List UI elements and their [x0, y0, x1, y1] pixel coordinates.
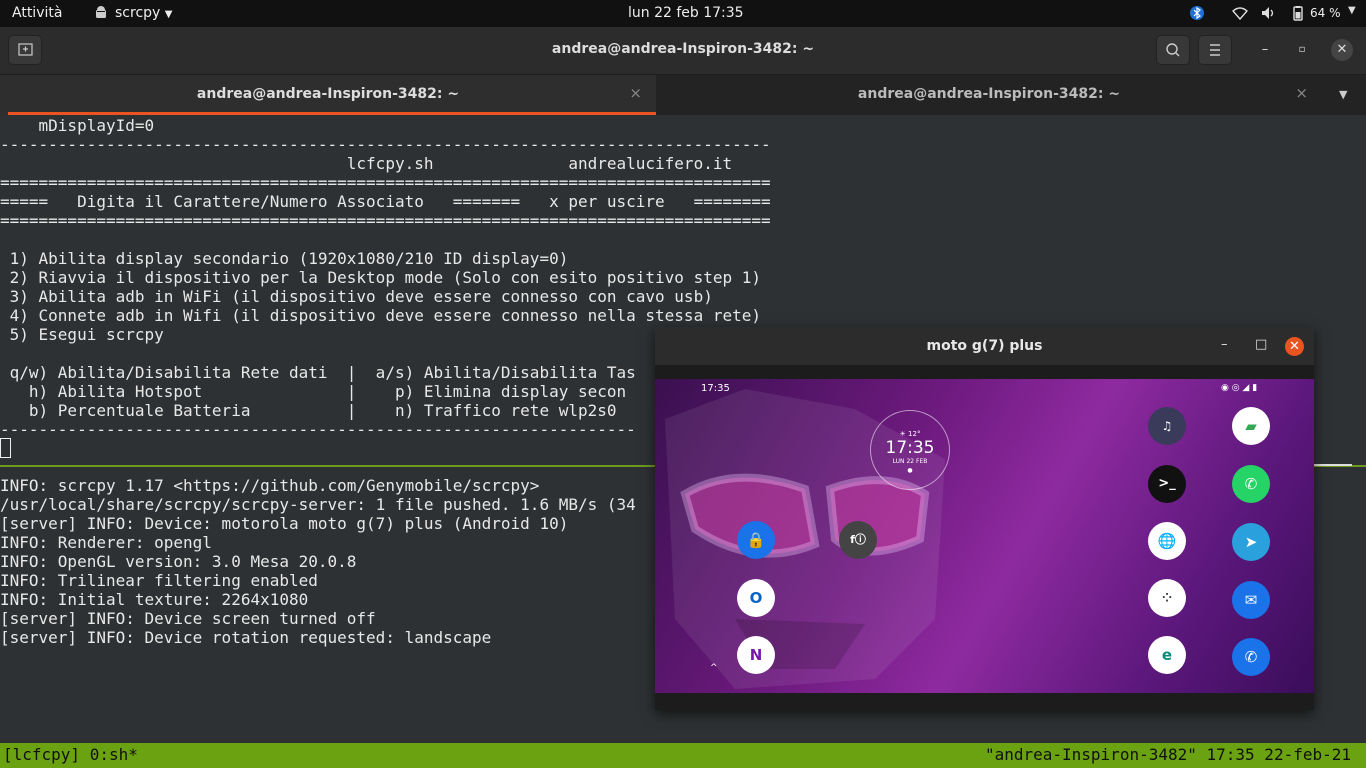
- terminal-line: mDisplayId=0: [0, 116, 155, 135]
- tab-bar: andrea@andrea-Inspiron-3482: ~ × andrea@…: [0, 75, 1366, 115]
- menu-button[interactable]: [1198, 35, 1232, 65]
- terminal-line: ----------------------------------------…: [0, 135, 771, 154]
- terminal-line: INFO: Initial texture: 2264x1080: [0, 590, 309, 609]
- terminal-line: INFO: Trilinear filtering enabled: [0, 571, 318, 590]
- terminal-line: 3) Abilita adb in WiFi (il dispositivo d…: [0, 287, 713, 306]
- pane-border-mark: [1314, 464, 1352, 466]
- tab-label: andrea@andrea-Inspiron-3482: ~: [857, 86, 1121, 102]
- tab-list-dropdown-icon[interactable]: ▼: [1339, 88, 1347, 101]
- terminal-line: INFO: Renderer: opengl: [0, 533, 212, 552]
- scrcpy-title: moto g(7) plus: [926, 338, 1043, 354]
- app-whatsapp-icon[interactable]: ✆: [1232, 465, 1270, 503]
- terminal-line: 1) Abilita display secondario (1920x1080…: [0, 249, 569, 268]
- terminal-line: b) Percentuale Batteria | n) Traffico re…: [0, 401, 617, 420]
- top-bar: Attività scrcpy ▼ lun 22 feb 17:35 64 % …: [0, 0, 1366, 27]
- battery-icon[interactable]: [1290, 5, 1306, 21]
- scrcpy-minimize-button[interactable]: –: [1221, 337, 1228, 352]
- text-cursor: [0, 438, 11, 458]
- terminal-line: [server] INFO: Device: motorola moto g(7…: [0, 514, 569, 533]
- close-button[interactable]: ✕: [1331, 39, 1353, 61]
- search-icon: [1166, 43, 1180, 57]
- app-files-icon[interactable]: ▰: [1232, 407, 1270, 445]
- tab-close-icon[interactable]: ×: [1295, 84, 1308, 102]
- app-edge-icon[interactable]: e: [1148, 636, 1186, 674]
- volume-icon[interactable]: [1260, 5, 1276, 21]
- app-phone-icon[interactable]: ✆: [1232, 638, 1270, 676]
- app-messages-icon[interactable]: ✉: [1232, 581, 1270, 619]
- tab-2[interactable]: andrea@andrea-Inspiron-3482: ~ ×: [656, 75, 1322, 115]
- terminal-line: ========================================…: [0, 173, 771, 192]
- app-menu[interactable]: scrcpy ▼: [115, 5, 172, 21]
- hamburger-icon: [1210, 44, 1220, 56]
- terminal-line: [server] INFO: Device rotation requested…: [0, 628, 492, 647]
- clock-dot-icon: ●: [907, 467, 913, 474]
- activities-button[interactable]: Attività: [12, 5, 62, 21]
- app-terminal-icon[interactable]: >_: [1148, 465, 1186, 503]
- terminal-line: ========================================…: [0, 211, 771, 230]
- app-outlook-icon[interactable]: O: [737, 579, 775, 617]
- terminal-line: ===== Digita il Carattere/Numero Associa…: [0, 192, 771, 211]
- terminal-line: 5) Esegui scrcpy: [0, 325, 164, 344]
- terminal-line: 4) Connete adb in Wifi (il dispositivo d…: [0, 306, 761, 325]
- battery-percent: 64 %: [1310, 6, 1341, 20]
- phone-screen[interactable]: 17:35 ◉ ◎ ◢ ▮ ☀ 12° 17:35 LUN 22 FEB ● 🔒…: [655, 379, 1314, 693]
- app-folder-social-icon[interactable]: fⓘ: [839, 521, 877, 559]
- phone-status-icons: ◉ ◎ ◢ ▮: [1221, 383, 1258, 393]
- app-telegram-icon[interactable]: ➤: [1232, 523, 1270, 561]
- tab-close-icon[interactable]: ×: [629, 84, 642, 102]
- tab-1[interactable]: andrea@andrea-Inspiron-3482: ~ ×: [0, 75, 656, 115]
- app-folder-media-icon[interactable]: ♫: [1148, 407, 1186, 445]
- minimize-button[interactable]: –: [1254, 39, 1276, 61]
- scrcpy-maximize-button[interactable]: □: [1255, 337, 1267, 352]
- terminal-line: q/w) Abilita/Disabilita Rete dati | a/s)…: [0, 363, 636, 382]
- clock-weather: ☀ 12°: [899, 430, 921, 438]
- app-folder-tools-icon[interactable]: ⁘: [1148, 579, 1186, 617]
- terminal-line: /usr/local/share/scrcpy/scrcpy-server: 1…: [0, 495, 636, 514]
- terminal-titlebar: andrea@andrea-Inspiron-3482: ~ – ▫ ✕: [0, 27, 1366, 75]
- terminal-line: 2) Riavvia il dispositivo per la Desktop…: [0, 268, 761, 287]
- terminal-line: [server] INFO: Device screen turned off: [0, 609, 376, 628]
- terminal-line: lcfcpy.sh andrealucifero.it: [0, 154, 733, 173]
- app-browser-globe-icon[interactable]: 🌐: [1148, 522, 1186, 560]
- android-icon: [96, 6, 106, 18]
- phone-status-time: 17:35: [701, 383, 730, 394]
- scrcpy-close-button[interactable]: ✕: [1285, 337, 1304, 356]
- tab-label: andrea@andrea-Inspiron-3482: ~: [196, 86, 460, 102]
- app-drawer-chevron-icon[interactable]: ^: [710, 663, 718, 673]
- terminal-line: ----------------------------------------…: [0, 420, 636, 439]
- clock-time: 17:35: [885, 438, 935, 458]
- scrcpy-titlebar[interactable]: moto g(7) plus – □ ✕: [655, 327, 1314, 365]
- power-menu-icon[interactable]: ▼: [1348, 5, 1356, 16]
- terminal-line: INFO: OpenGL version: 3.0 Mesa 20.0.8: [0, 552, 357, 571]
- tmux-status-bar: [lcfcpy] 0:sh* "andrea-Inspiron-3482" 17…: [0, 743, 1366, 768]
- app-lock-icon[interactable]: 🔒: [737, 521, 775, 559]
- clock-widget[interactable]: ☀ 12° 17:35 LUN 22 FEB ●: [870, 410, 950, 490]
- datetime[interactable]: lun 22 feb 17:35: [628, 5, 744, 21]
- app-onenote-icon[interactable]: N: [737, 636, 775, 674]
- tmux-session: [lcfcpy] 0:sh*: [3, 745, 138, 764]
- chevron-down-icon: ▼: [164, 9, 173, 20]
- bluetooth-icon[interactable]: [1189, 5, 1205, 21]
- scrcpy-window[interactable]: moto g(7) plus – □ ✕ 17:35 ◉ ◎ ◢ ▮ ☀ 12°…: [655, 327, 1314, 710]
- clock-date: LUN 22 FEB: [892, 458, 928, 465]
- terminal-line: INFO: scrcpy 1.17 <https://github.com/Ge…: [0, 476, 540, 495]
- tmux-host-time: "andrea-Inspiron-3482" 17:35 22-feb-21: [984, 745, 1351, 764]
- search-button[interactable]: [1156, 35, 1190, 65]
- maximize-button[interactable]: ▫: [1291, 39, 1313, 61]
- wifi-icon[interactable]: [1232, 5, 1248, 21]
- terminal-line: h) Abilita Hotspot | p) Elimina display …: [0, 382, 627, 401]
- app-menu-label: scrcpy: [115, 5, 161, 21]
